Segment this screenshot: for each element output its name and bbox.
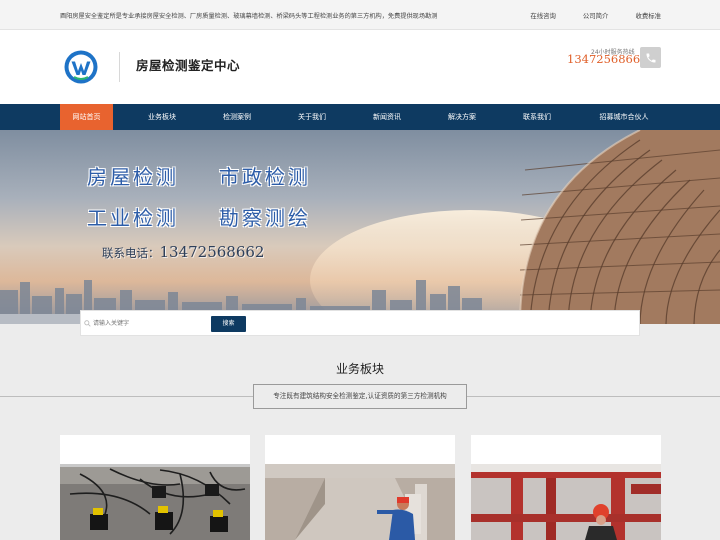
search-input[interactable] xyxy=(93,317,208,330)
banner-service-municipal: 市政检测 xyxy=(219,165,311,189)
banner-contact: 联系电话：13472568662 xyxy=(102,243,264,261)
nav-partner[interactable]: 招募城市合伙人 xyxy=(588,104,660,130)
banner-contact-label: 联系电话： xyxy=(102,246,160,260)
hero-banner[interactable]: 房屋检测 市政检测 工业检测 勘察测绘 联系电话：13472568662 xyxy=(0,130,720,324)
nav-about[interactable]: 关于我们 xyxy=(284,104,340,130)
online-consult-link[interactable]: 在线咨询 xyxy=(530,11,556,20)
banner-service-housing: 房屋检测 xyxy=(87,165,179,189)
site-name: 房屋检测鉴定中心 xyxy=(136,58,241,73)
business-card-1[interactable] xyxy=(60,435,250,540)
inspection-photo xyxy=(265,464,455,540)
company-profile-link[interactable]: 公司简介 xyxy=(583,11,609,20)
section-title: 业务板块 xyxy=(335,362,384,376)
w-logo-icon[interactable] xyxy=(64,50,98,84)
nav-home[interactable]: 网站首页 xyxy=(60,104,113,130)
banner-service-survey: 勘察测绘 xyxy=(219,206,311,230)
top-links: 在线咨询 公司简介 收费标准 xyxy=(503,11,661,20)
header-divider xyxy=(119,52,120,82)
phone-icon xyxy=(640,47,661,68)
site-header: 房屋检测鉴定中心 24小时服务热线 13472568662 xyxy=(0,30,720,104)
business-card-3[interactable] xyxy=(471,435,661,540)
equipment-photo xyxy=(60,464,250,540)
fee-standard-link[interactable]: 收费标准 xyxy=(635,11,661,20)
search-button[interactable]: 搜索 xyxy=(211,316,246,332)
search-bar: 搜索 xyxy=(80,310,640,336)
section-subtitle: 专注既有建筑结构安全检测鉴定,认证资质的第三方检测机构 xyxy=(253,384,467,409)
hotline-number[interactable]: 13472568662 xyxy=(567,52,647,66)
pipeline-photo xyxy=(471,464,661,540)
nav-solutions[interactable]: 解决方案 xyxy=(434,104,490,130)
nav-business[interactable]: 业务板块 xyxy=(134,104,190,130)
section-divider-right xyxy=(467,396,720,397)
nav-contact[interactable]: 联系我们 xyxy=(509,104,565,130)
business-card-2[interactable] xyxy=(265,435,455,540)
site-intro-text: 酉阳房屋安全鉴定所是专业承接房屋安全检测、厂房质量检测、玻璃幕墙检测、桥梁码头等… xyxy=(60,13,438,20)
top-bar: 酉阳房屋安全鉴定所是专业承接房屋安全检测、厂房质量检测、玻璃幕墙检测、桥梁码头等… xyxy=(0,0,720,30)
nav-cases[interactable]: 检测案例 xyxy=(209,104,265,130)
banner-contact-number: 13472568662 xyxy=(159,243,265,261)
main-nav: 网站首页 业务板块 检测案例 关于我们 新闻资讯 解决方案 联系我们 招募城市合… xyxy=(0,104,720,130)
banner-service-industrial: 工业检测 xyxy=(87,206,179,230)
nav-news[interactable]: 新闻资讯 xyxy=(359,104,415,130)
section-divider-left xyxy=(0,396,253,397)
search-icon xyxy=(84,320,91,327)
